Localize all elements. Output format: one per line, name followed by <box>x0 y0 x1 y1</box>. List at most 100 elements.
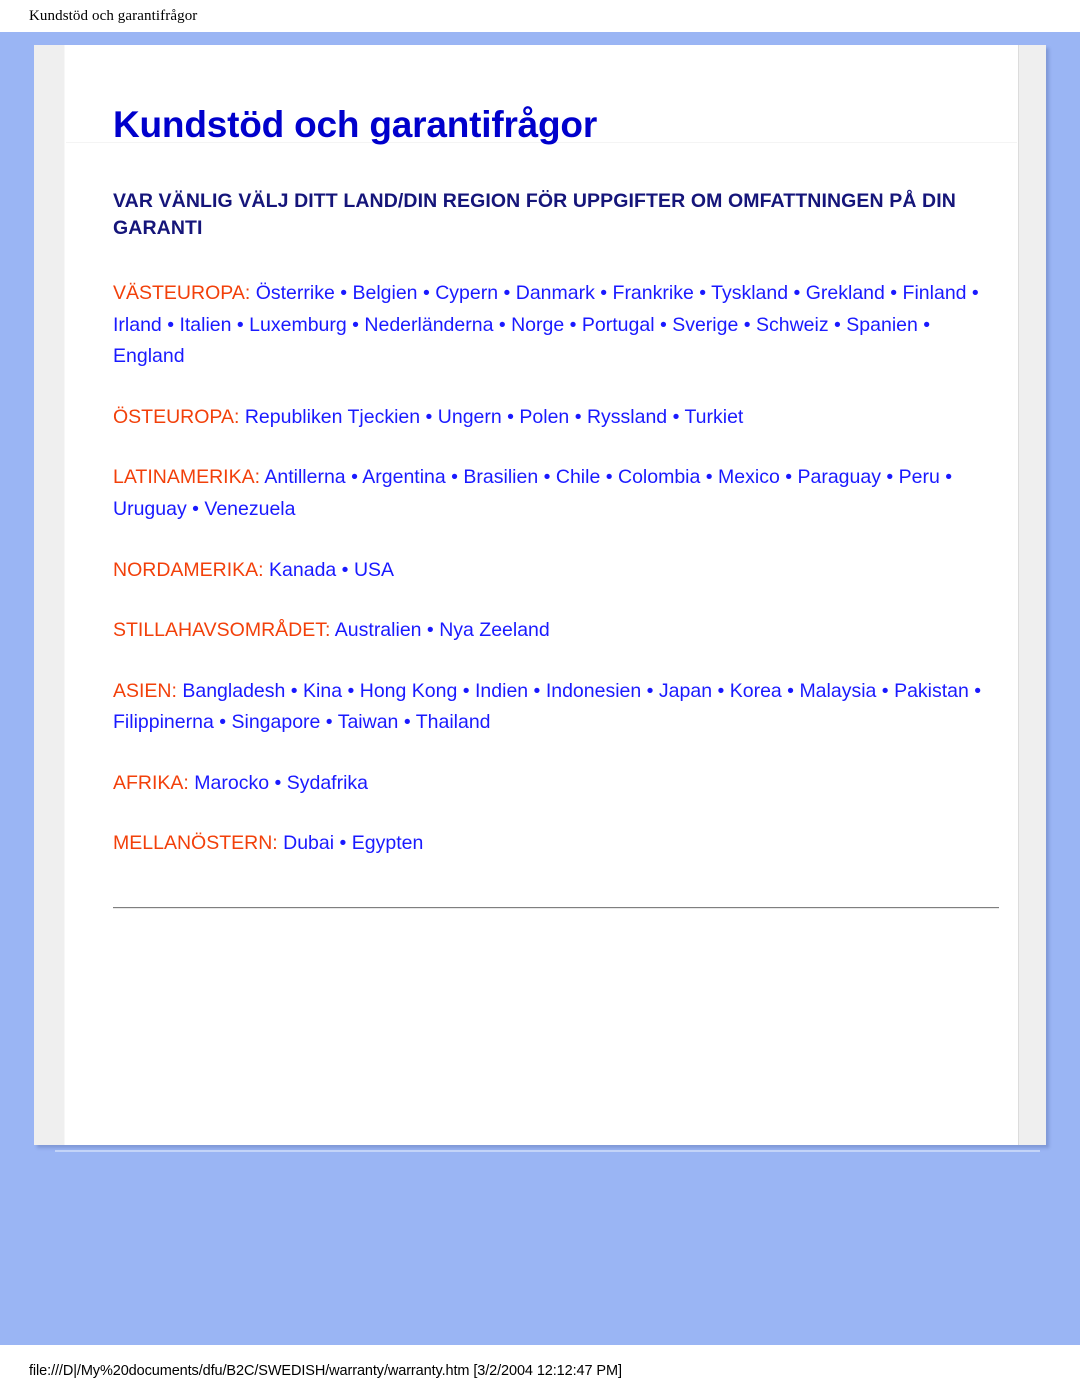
country-link[interactable]: Turkiet <box>684 406 743 428</box>
country-separator: • <box>334 832 352 855</box>
canvas-underline <box>55 1150 1040 1152</box>
country-separator: • <box>420 405 438 428</box>
country-separator: • <box>569 405 587 428</box>
country-link[interactable]: Finland <box>903 282 967 304</box>
country-separator: • <box>213 711 232 734</box>
region-item: ÖSTEUROPA: Republiken Tjeckien • Ungern … <box>113 402 999 434</box>
country-link[interactable]: Grekland <box>806 282 885 304</box>
country-link[interactable]: Uruguay <box>113 498 187 520</box>
country-separator: • <box>781 679 800 702</box>
country-separator: • <box>538 466 556 489</box>
country-link[interactable]: Chile <box>556 466 600 488</box>
country-link[interactable]: Belgien <box>352 282 417 304</box>
country-link[interactable]: Irland <box>113 314 162 336</box>
country-link[interactable]: Italien <box>179 314 231 336</box>
country-link[interactable]: Singapore <box>231 711 320 733</box>
region-label: LATINAMERIKA: <box>113 466 261 489</box>
country-link[interactable]: Republiken Tjeckien <box>245 406 420 428</box>
country-separator: • <box>498 282 516 305</box>
country-link[interactable]: England <box>113 345 185 367</box>
country-link[interactable]: Indonesien <box>546 680 641 702</box>
card-left-gutter <box>34 45 65 1145</box>
country-link[interactable]: Nya Zeeland <box>439 619 550 641</box>
country-link[interactable]: Peru <box>899 466 940 488</box>
country-link[interactable]: Danmark <box>516 282 595 304</box>
region-label: MELLANÖSTERN: <box>113 832 278 855</box>
country-link[interactable]: Sydafrika <box>287 772 368 794</box>
country-link[interactable]: Ungern <box>438 406 502 428</box>
page-running-header: Kundstöd och garantifrågor <box>0 0 1080 32</box>
page-footer: file:///D|/My%20documents/dfu/B2C/SWEDIS… <box>0 1345 1080 1397</box>
country-separator: • <box>876 679 895 702</box>
country-separator: • <box>417 282 436 305</box>
country-link[interactable]: Argentina <box>362 466 445 488</box>
country-link[interactable]: Filippinerna <box>113 711 214 733</box>
country-link[interactable]: Nederländerna <box>364 314 493 336</box>
country-link[interactable]: Bangladesh <box>182 680 285 702</box>
country-link[interactable]: Kina <box>303 680 342 702</box>
running-header-title: Kundstöd och garantifrågor <box>29 7 198 24</box>
country-link[interactable]: Portugal <box>582 314 655 336</box>
country-separator: • <box>231 313 250 336</box>
country-link[interactable]: Polen <box>519 406 569 428</box>
region-item: STILLAHAVSOMRÅDET: Australien • Nya Zeel… <box>113 615 999 647</box>
region-label: NORDAMERIKA: <box>113 558 264 581</box>
page-title: Kundstöd och garantifrågor <box>113 104 598 145</box>
country-link[interactable]: Paraguay <box>797 466 880 488</box>
country-link[interactable]: Venezuela <box>204 498 295 520</box>
country-separator: • <box>939 466 953 489</box>
country-separator: • <box>917 313 931 336</box>
country-link[interactable]: Kanada <box>269 559 336 581</box>
country-link[interactable]: Brasilien <box>463 466 538 488</box>
country-link[interactable]: Norge <box>511 314 564 336</box>
country-separator: • <box>501 405 520 428</box>
country-separator: • <box>334 282 353 305</box>
footer-path-text: file:///D|/My%20documents/dfu/B2C/SWEDIS… <box>29 1363 622 1379</box>
region-item: ASIEN: Bangladesh • Kina • Hong Kong • I… <box>113 676 999 739</box>
region-label: STILLAHAVSOMRÅDET: <box>113 619 331 642</box>
country-separator: • <box>700 466 719 489</box>
country-link[interactable]: Mexico <box>718 466 780 488</box>
country-link[interactable]: Schweiz <box>756 314 829 336</box>
country-link[interactable]: Indien <box>475 680 528 702</box>
country-link[interactable]: Antillerna <box>264 466 345 488</box>
country-separator: • <box>884 282 903 305</box>
country-link[interactable]: Cypern <box>435 282 498 304</box>
country-link[interactable]: Pakistan <box>894 680 969 702</box>
country-separator: • <box>269 771 287 794</box>
country-link[interactable]: Spanien <box>846 314 918 336</box>
content-divider <box>113 907 999 909</box>
country-separator: • <box>398 711 416 734</box>
country-separator: • <box>968 679 982 702</box>
country-link[interactable]: Egypten <box>352 832 424 854</box>
country-separator: • <box>712 679 730 702</box>
country-separator: • <box>285 679 304 702</box>
country-link[interactable]: Malaysia <box>799 680 876 702</box>
country-link[interactable]: Dubai <box>283 832 334 854</box>
country-link[interactable]: Australien <box>335 619 422 641</box>
country-link[interactable]: Sverige <box>672 314 738 336</box>
country-link[interactable]: Luxemburg <box>249 314 347 336</box>
country-separator: • <box>161 313 180 336</box>
country-link[interactable]: Marocko <box>194 772 269 794</box>
country-separator: • <box>600 466 618 489</box>
country-link[interactable]: Japan <box>659 680 712 702</box>
country-separator: • <box>345 466 363 489</box>
country-link[interactable]: USA <box>354 559 394 581</box>
country-separator: • <box>738 313 756 336</box>
country-separator: • <box>346 313 365 336</box>
country-separator: • <box>641 679 659 702</box>
country-link[interactable]: Colombia <box>618 466 700 488</box>
card-right-gutter <box>1018 45 1046 1145</box>
country-link[interactable]: Korea <box>730 680 782 702</box>
country-link[interactable]: Taiwan <box>338 711 399 733</box>
country-link[interactable]: Tyskland <box>711 282 788 304</box>
country-separator: • <box>421 619 440 642</box>
country-link[interactable]: Hong Kong <box>360 680 458 702</box>
country-link[interactable]: Ryssland <box>587 406 667 428</box>
country-link[interactable]: Österrike <box>256 282 335 304</box>
document-card: Kundstöd och garantifrågor VAR VÄNLIG VÄ… <box>34 45 1046 1145</box>
country-link[interactable]: Thailand <box>416 711 491 733</box>
country-link[interactable]: Frankrike <box>613 282 694 304</box>
country-separator: • <box>966 282 979 305</box>
